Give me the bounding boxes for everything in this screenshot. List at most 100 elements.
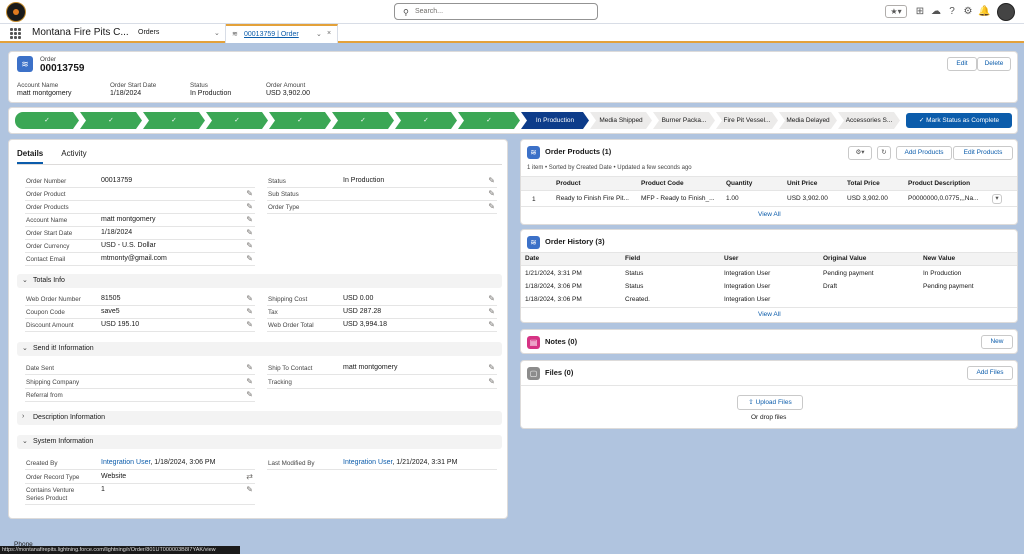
upload-files-button[interactable]: ⇪ Upload Files [737,395,803,410]
pencil-icon[interactable]: ✎ [488,377,495,386]
settings-dropdown-button[interactable]: ⚙▾ [848,146,872,160]
pencil-icon[interactable]: ✎ [246,189,253,198]
path-step[interactable]: Media Shipped [590,112,652,129]
mark-status-complete-button[interactable]: ✓ Mark Status as Complete [906,113,1012,128]
favorites-button[interactable]: ★▾ [885,5,907,18]
path-step-complete[interactable]: ✓ [269,112,331,129]
path-step[interactable]: Accessories S... [838,112,900,129]
product-code-link[interactable]: MFP - Ready to Finish_... [641,195,715,202]
files-icon: ▢ [527,367,540,380]
new-note-button[interactable]: New [981,335,1013,349]
field-sub-status: Sub Status ✎ [267,188,497,201]
section-system-information[interactable]: ⌄ System Information [17,435,502,449]
path-step-complete[interactable]: ✓ [15,112,79,129]
section-totals-info[interactable]: ⌄ Totals Info [17,274,502,288]
created-by-user-link[interactable]: Integration User [101,459,150,466]
path-step[interactable]: Fire Pit Vessel... [716,112,778,129]
edit-button[interactable]: Edit [947,57,977,71]
nav-tab-order-record[interactable]: ≋ 00013759 | Order ⌄ × [226,24,338,43]
change-record-type-icon[interactable]: ⇄ [246,472,253,481]
path-step-complete[interactable]: ✓ [395,112,457,129]
nav-tab-label: 00013759 | Order [244,31,299,38]
notes-icon: ▤ [527,336,540,349]
path-step-complete[interactable]: ✓ [80,112,142,129]
pencil-icon[interactable]: ✎ [246,485,253,494]
product-link[interactable]: Ready to Finish Fire Pit... [556,195,629,202]
history-user-link[interactable]: Integration User [724,270,770,277]
order-products-title[interactable]: Order Products (1) [545,147,611,156]
tab-details[interactable]: Details [17,149,44,164]
cloud-icon[interactable]: ☁ [930,4,942,20]
column-header[interactable]: Quantity [726,180,752,187]
pencil-icon[interactable]: ✎ [246,241,253,250]
notes-title[interactable]: Notes (0) [545,337,577,346]
company-logo[interactable] [6,2,26,22]
pencil-icon[interactable]: ✎ [246,228,253,237]
path-step[interactable]: Burner Packa... [653,112,715,129]
pencil-icon[interactable]: ✎ [246,307,253,316]
user-avatar[interactable] [997,3,1015,21]
add-products-button[interactable]: Add Products [896,146,952,160]
nav-tab-orders[interactable]: Orders ⌄ [130,24,226,43]
close-icon[interactable]: × [327,30,331,37]
section-send-it-information[interactable]: ⌄ Send it! Information [17,342,502,356]
column-header[interactable]: Product [556,180,581,187]
add-files-button[interactable]: Add Files [967,366,1013,380]
pencil-icon[interactable]: ✎ [246,202,253,211]
column-header[interactable]: Total Price [847,180,880,187]
account-name-link[interactable]: matt montgomery [17,90,71,97]
contact-email-link[interactable]: mtmonty@gmail.com [101,255,167,262]
pencil-icon[interactable]: ✎ [246,294,253,303]
app-launcher-icon[interactable] [10,28,21,39]
history-user-link[interactable]: Integration User [724,296,770,303]
pencil-icon[interactable]: ✎ [246,363,253,372]
gear-icon[interactable]: ⚙ [962,4,974,20]
section-description-information[interactable]: › Description Information [17,411,502,425]
chevron-down-icon[interactable]: ⌄ [214,29,220,37]
pencil-icon[interactable]: ✎ [488,320,495,329]
chevron-down-icon: ⌄ [22,438,28,445]
help-icon[interactable]: ? [946,4,958,20]
pencil-icon[interactable]: ✎ [488,176,495,185]
pencil-icon[interactable]: ✎ [488,307,495,316]
pencil-icon[interactable]: ✎ [246,390,253,399]
ship-to-contact-link[interactable]: matt montgomery [343,364,397,371]
path-step-complete[interactable]: ✓ [332,112,394,129]
path-step[interactable]: Media Delayed [779,112,837,129]
global-search-input[interactable]: ⚲ Search... [394,3,598,20]
pencil-icon[interactable]: ✎ [246,254,253,263]
pencil-icon[interactable]: ✎ [488,363,495,372]
column-header[interactable]: Unit Price [787,180,817,187]
modified-by-user-link[interactable]: Integration User [343,459,392,466]
row-action-button[interactable]: ▾ [992,194,1002,204]
bell-icon[interactable]: 🔔 [978,4,990,20]
files-title[interactable]: Files (0) [545,368,573,377]
history-user-link[interactable]: Integration User [724,283,770,290]
pencil-icon[interactable]: ✎ [246,215,253,224]
path-step-complete[interactable]: ✓ [143,112,205,129]
column-header[interactable]: Product Description [908,180,970,187]
view-all-link[interactable]: View All [758,311,781,318]
order-history-title[interactable]: Order History (3) [545,237,605,246]
record-header: ≋ Order 00013759 Edit Delete Account Nam… [8,51,1018,103]
pencil-icon[interactable]: ✎ [488,294,495,303]
path-step-complete[interactable]: ✓ [206,112,268,129]
view-all-link[interactable]: View All [758,211,781,218]
refresh-button[interactable]: ↻ [877,146,891,160]
pencil-icon[interactable]: ✎ [488,189,495,198]
path-step-current[interactable]: In Production [521,112,589,129]
tab-activity[interactable]: Activity [61,149,86,164]
star-icon: ★▾ [890,7,902,16]
plus-icon[interactable]: ⊞ [914,4,926,20]
account-name-link[interactable]: matt montgomery [101,216,155,223]
pencil-icon[interactable]: ✎ [246,320,253,329]
field-web-order-total: Web Order Total USD 3,994.18 ✎ [267,319,497,332]
path-step-complete[interactable]: ✓ [458,112,520,129]
edit-products-button[interactable]: Edit Products [953,146,1013,160]
pencil-icon[interactable]: ✎ [488,202,495,211]
chevron-down-icon[interactable]: ⌄ [316,30,322,38]
delete-button[interactable]: Delete [977,57,1011,71]
highlight-value: USD 3,902.00 [266,90,310,97]
column-header[interactable]: Product Code [641,180,684,187]
pencil-icon[interactable]: ✎ [246,377,253,386]
